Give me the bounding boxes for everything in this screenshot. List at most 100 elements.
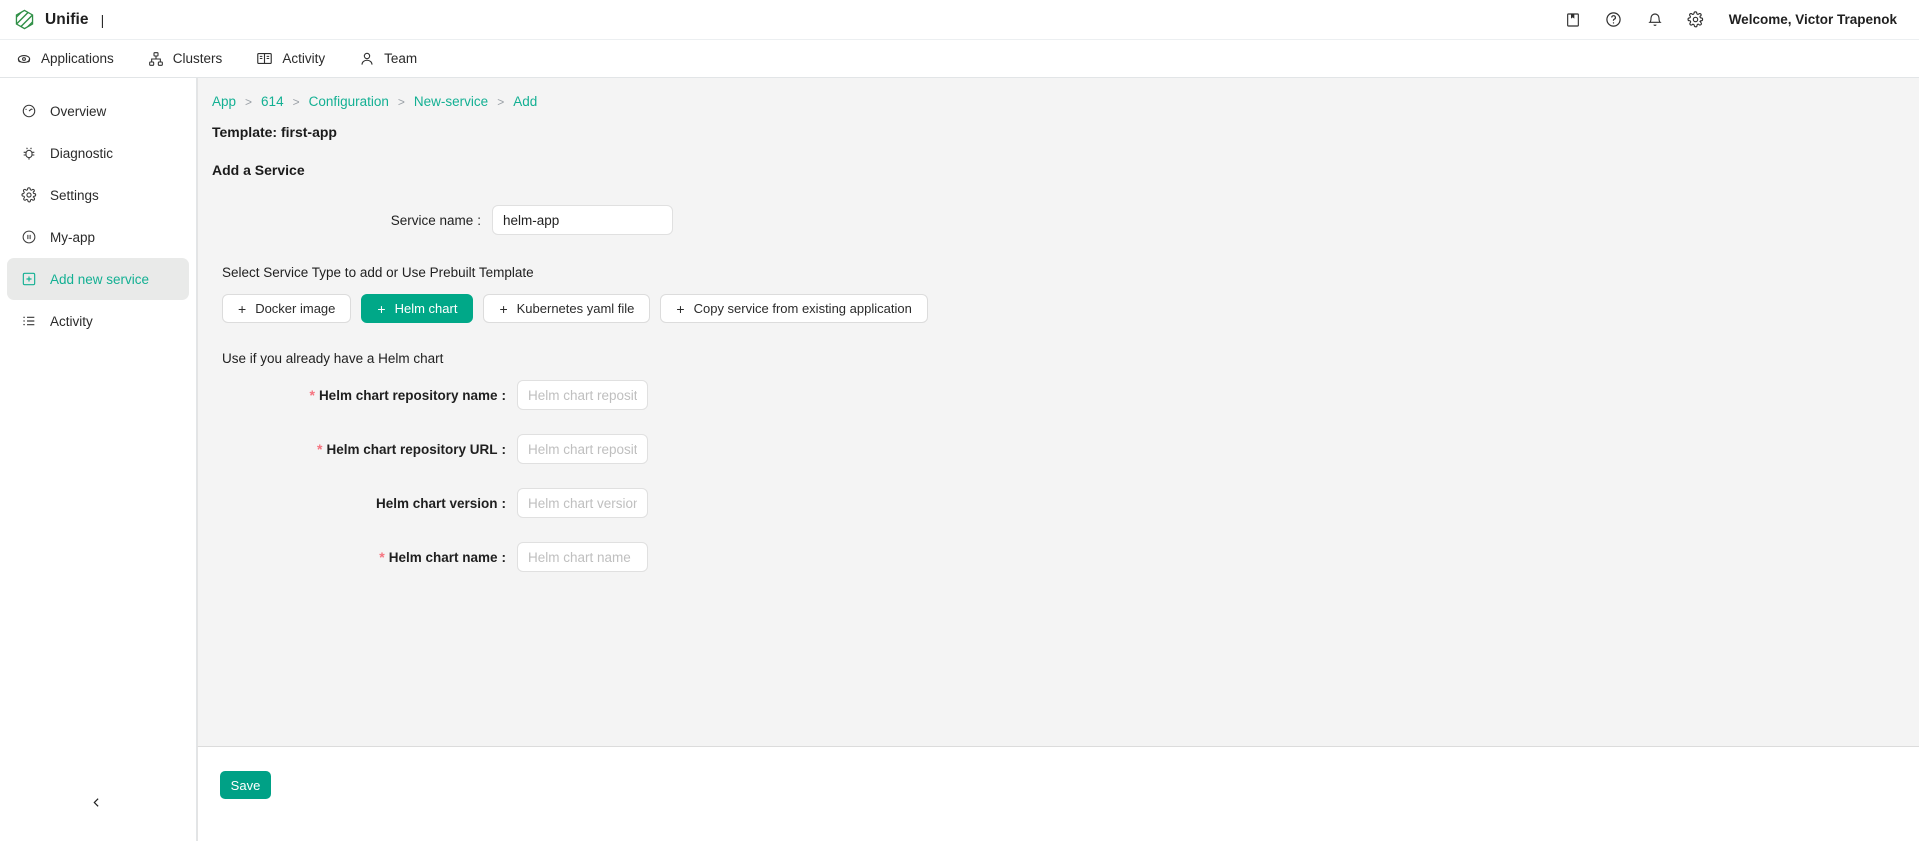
clusters-icon <box>148 51 164 67</box>
brand-name: Unifie <box>45 11 89 29</box>
footer-bar: Save <box>197 746 1919 841</box>
sidebar-item-add-new-service[interactable]: Add new service <box>7 258 189 300</box>
top-bar: Unifie | <box>0 0 1919 40</box>
sidebar-item-activity[interactable]: Activity <box>7 300 189 342</box>
bug-icon <box>20 145 37 162</box>
label-colon: : <box>502 496 507 511</box>
breadcrumb-separator: > <box>245 95 252 109</box>
required-marker: * <box>317 442 322 456</box>
template-title: Template: first-app <box>212 124 1919 140</box>
help-circle-icon[interactable] <box>1605 11 1623 29</box>
nav-item-team[interactable]: Team <box>359 40 417 77</box>
label-colon: : <box>502 550 507 565</box>
bookmark-icon[interactable] <box>1564 11 1582 29</box>
kubernetes-yaml-button[interactable]: + Kubernetes yaml file <box>483 294 650 323</box>
gear-icon <box>20 187 37 204</box>
content-column: App > 614 > Configuration > New-service … <box>197 78 1919 841</box>
activity-book-icon <box>256 50 273 67</box>
helm-version-input[interactable] <box>517 488 648 518</box>
label-colon: : <box>502 388 507 403</box>
docker-image-button[interactable]: + Docker image <box>222 294 351 323</box>
copy-service-button[interactable]: + Copy service from existing application <box>660 294 927 323</box>
helm-chart-label: Helm chart <box>395 301 458 316</box>
list-icon <box>20 313 37 330</box>
required-marker: * <box>379 550 384 564</box>
welcome-text[interactable]: Welcome, Victor Trapenok <box>1729 12 1897 27</box>
topbar-icon-group <box>1564 11 1705 29</box>
nav-item-activity[interactable]: Activity <box>256 40 325 77</box>
sidebar-label-activity: Activity <box>50 314 93 329</box>
required-marker: * <box>309 388 314 402</box>
plus-icon: + <box>238 302 246 316</box>
plus-square-icon <box>20 271 37 288</box>
service-type-label: Select Service Type to add or Use Prebui… <box>222 265 1919 280</box>
service-type-button-row: + Docker image + Helm chart + Kubernetes… <box>222 294 1919 323</box>
plus-icon: + <box>377 302 385 316</box>
copy-service-label: Copy service from existing application <box>694 301 912 316</box>
main-content: App > 614 > Configuration > New-service … <box>197 78 1919 746</box>
sidebar-label-add-new-service: Add new service <box>50 272 149 287</box>
sidebar-item-overview[interactable]: Overview <box>7 90 189 132</box>
helm-repo-name-label: * Helm chart repository name : <box>212 388 517 403</box>
breadcrumb-item-app[interactable]: App <box>212 94 236 109</box>
app-shell: Overview Diagnostic Settings <box>0 78 1919 841</box>
service-name-row: Service name : <box>212 205 1919 235</box>
helm-chart-name-row: * Helm chart name : <box>212 542 1919 572</box>
helm-hint-text: Use if you already have a Helm chart <box>222 351 1919 366</box>
breadcrumb-item-new-service[interactable]: New-service <box>414 94 488 109</box>
nav-item-clusters[interactable]: Clusters <box>148 40 223 77</box>
breadcrumb-item-add[interactable]: Add <box>513 94 537 109</box>
plus-icon: + <box>676 302 684 316</box>
label-colon: : <box>502 442 507 457</box>
breadcrumb-separator: > <box>398 95 405 109</box>
helm-version-label-text: Helm chart version <box>376 496 498 511</box>
main-navigation: Applications Clusters Activity <box>0 40 1919 78</box>
docker-image-label: Docker image <box>255 301 335 316</box>
service-name-input[interactable] <box>492 205 673 235</box>
nav-label-team: Team <box>384 51 417 66</box>
helm-chart-name-label-text: Helm chart name <box>389 550 498 565</box>
page-title: Add a Service <box>212 162 1919 178</box>
helm-repo-url-row: * Helm chart repository URL : <box>212 434 1919 464</box>
chevron-left-icon <box>90 796 103 814</box>
team-person-icon <box>359 51 375 67</box>
helm-repo-name-label-text: Helm chart repository name <box>319 388 498 403</box>
bell-icon[interactable] <box>1646 11 1664 29</box>
helm-chart-name-label: * Helm chart name : <box>212 550 517 565</box>
sidebar-label-overview: Overview <box>50 104 106 119</box>
sidebar-collapse-button[interactable] <box>84 793 108 817</box>
sidebar-item-diagnostic[interactable]: Diagnostic <box>7 132 189 174</box>
breadcrumb-item-configuration[interactable]: Configuration <box>309 94 389 109</box>
helm-repo-name-row: * Helm chart repository name : <box>212 380 1919 410</box>
nav-label-clusters: Clusters <box>173 51 223 66</box>
helm-repo-name-input[interactable] <box>517 380 648 410</box>
breadcrumb-item-614[interactable]: 614 <box>261 94 284 109</box>
brand[interactable]: Unifie <box>14 9 89 30</box>
sidebar: Overview Diagnostic Settings <box>0 78 197 841</box>
nav-item-applications[interactable]: Applications <box>16 40 114 77</box>
service-name-label: Service name : <box>212 213 492 228</box>
gear-icon[interactable] <box>1687 11 1705 29</box>
helm-repo-url-label-text: Helm chart repository URL <box>326 442 497 457</box>
plus-icon: + <box>499 302 507 316</box>
sidebar-item-settings[interactable]: Settings <box>7 174 189 216</box>
sidebar-label-my-app: My-app <box>50 230 95 245</box>
helm-repo-url-label: * Helm chart repository URL : <box>212 442 517 457</box>
nav-label-applications: Applications <box>41 51 114 66</box>
helm-chart-button[interactable]: + Helm chart <box>361 294 473 323</box>
pause-circle-icon <box>20 229 37 246</box>
label-colon: : <box>477 213 481 228</box>
save-button[interactable]: Save <box>220 771 271 799</box>
gauge-icon <box>20 103 37 120</box>
sidebar-item-my-app[interactable]: My-app <box>7 216 189 258</box>
helm-chart-name-input[interactable] <box>517 542 648 572</box>
nav-label-activity: Activity <box>282 51 325 66</box>
breadcrumb: App > 614 > Configuration > New-service … <box>212 94 1919 109</box>
helm-version-label: Helm chart version : <box>212 496 517 511</box>
kubernetes-yaml-label: Kubernetes yaml file <box>517 301 635 316</box>
helm-repo-url-input[interactable] <box>517 434 648 464</box>
applications-icon <box>16 51 32 67</box>
sidebar-label-diagnostic: Diagnostic <box>50 146 113 161</box>
service-name-label-text: Service name <box>391 213 474 228</box>
helm-version-row: Helm chart version : <box>212 488 1919 518</box>
